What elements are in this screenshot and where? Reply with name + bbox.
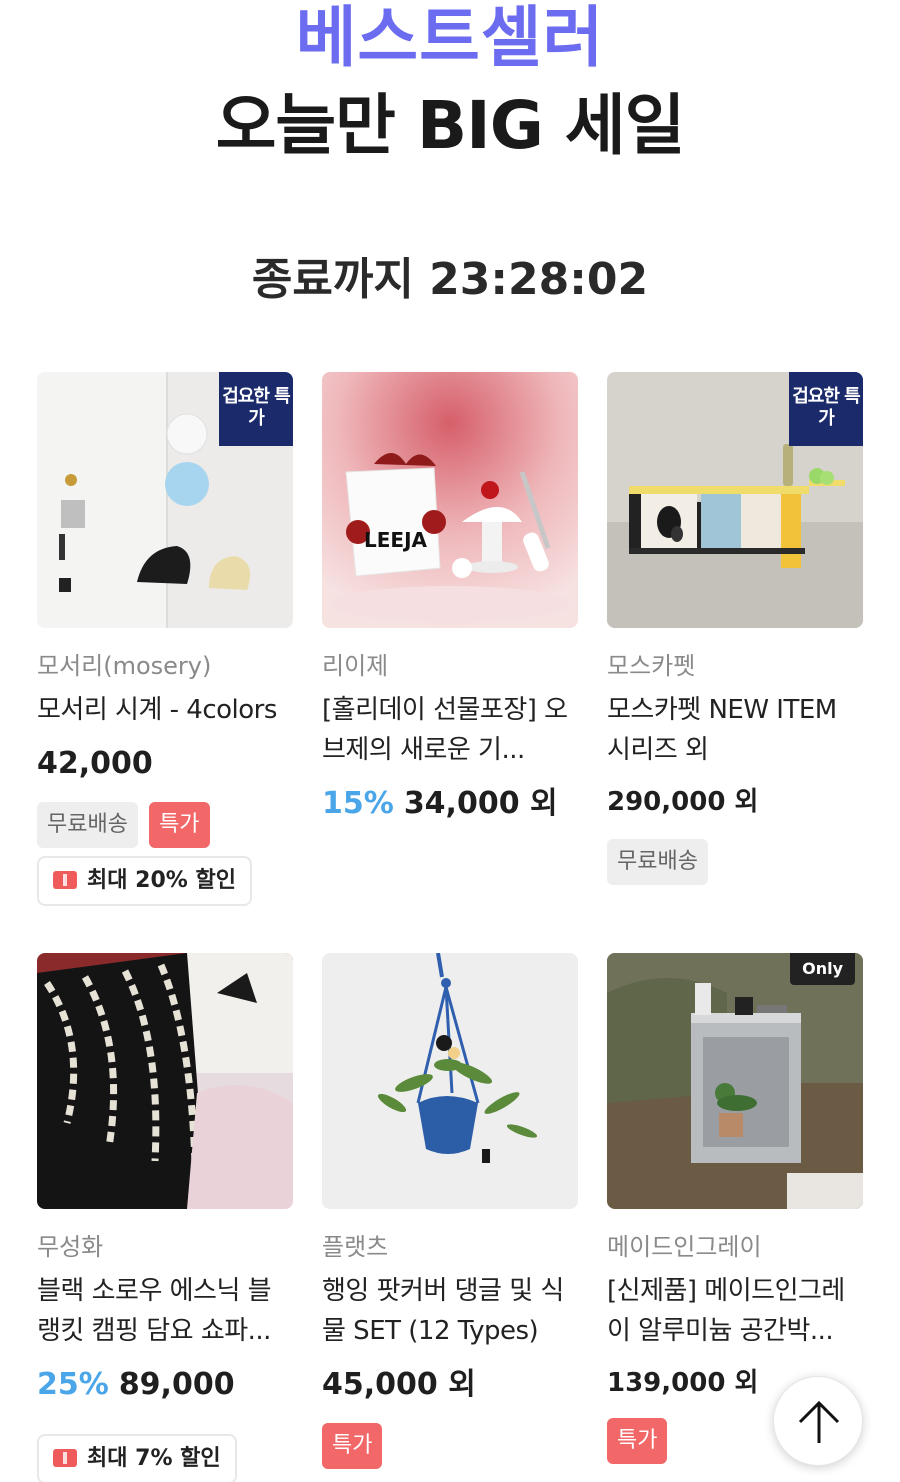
sale-tag: 특가 [149,802,210,848]
product-name[interactable]: [신제품] 메이드인그레이 알루미늄 공간박... [607,1271,863,1351]
free-shipping-tag: 무료배송 [37,802,138,848]
price-row: 139,000 외 [607,1363,758,1406]
product-price: 45,000 외 [322,1367,476,1402]
product-brand[interactable]: 플랫츠 [322,1231,388,1263]
tag-list: 특가 [607,1418,673,1464]
product-card[interactable]: 겁요한 특가 모스카펫 모스카펫 NEW ITEM 시리즈 외 290,000 … [607,372,863,892]
product-card[interactable]: 플랫츠 행잉 팟커버 댕글 및 식물 SET (12 Types) 45,000… [322,953,578,1473]
countdown-label: 종료까지 [251,254,414,305]
product-price: 42,000 [37,746,153,781]
sale-tag: 특가 [607,1418,668,1464]
product-name[interactable]: 모스카펫 NEW ITEM 시리즈 외 [607,690,863,770]
product-name[interactable]: [홀리데이 선물포장] 오브제의 새로운 기... [322,690,578,770]
product-image[interactable]: 겁요한 특가 [37,372,293,628]
sale-tag: 특가 [322,1423,383,1469]
product-price: 34,000 외 [403,786,558,821]
product-brand[interactable]: 리이제 [322,650,388,682]
product-name[interactable]: 블랙 소로우 에스닉 블랭킷 캠핑 담요 쇼파... [37,1271,293,1351]
coupon-badge[interactable]: 최대 7% 할인 [37,1434,237,1482]
gift-bag-product-image: LEEJA [322,372,578,628]
price-row: 25% 89,000 [37,1365,235,1409]
product-brand[interactable]: 무성화 [37,1231,103,1263]
product-card[interactable]: 무성화 블랙 소로우 에스닉 블랭킷 캠핑 담요 쇼파... 25% 89,000… [37,953,293,1482]
product-brand[interactable]: 모스카펫 [607,650,695,682]
product-image[interactable]: Only [607,953,863,1209]
product-card[interactable]: 겁요한 특가 모서리(mosery) 모서리 시계 - 4colors 42,0… [37,372,293,912]
product-image[interactable]: LEEJA [322,372,578,628]
price-row: 45,000 외 [322,1365,476,1409]
only-badge: Only [790,953,855,985]
scroll-to-top-button[interactable] [773,1376,863,1466]
hanging-plant-product-image [322,953,578,1209]
coupon-icon [53,871,77,889]
countdown-time: 23:28:02 [429,254,649,305]
product-brand[interactable]: 메이드인그레이 [607,1231,762,1263]
product-image[interactable] [37,953,293,1209]
price-row: 42,000 [37,744,153,788]
product-name[interactable]: 모서리 시계 - 4colors [37,690,293,730]
page-title: 베스트셀러 [295,0,605,76]
countdown-timer: 종료까지 23:28:02 [0,252,900,308]
discount-rate: 15% [322,786,394,821]
arrow-up-icon [798,1400,840,1443]
tag-list: 무료배송 [607,839,714,885]
product-price: 290,000 외 [607,787,759,817]
blanket-product-image [37,953,293,1209]
tag-list: 특가 [322,1423,388,1469]
product-image[interactable] [322,953,578,1209]
product-image[interactable]: 겁요한 특가 [607,372,863,628]
product-brand[interactable]: 모서리(mosery) [37,650,211,682]
product-card[interactable]: LEEJA 리이제 [홀리데이 선물포장] 오브제의 새로운 기... 15% 3… [322,372,578,832]
coupon-label: 최대 20% 할인 [87,868,236,893]
aluminum-box-product-image [607,953,863,1209]
svg-text:LEEJA: LEEJA [364,528,428,552]
product-price: 89,000 [118,1367,235,1402]
price-row: 290,000 외 [607,782,758,825]
free-shipping-tag: 무료배송 [607,839,708,885]
discount-rate: 25% [37,1367,109,1402]
coupon-badge[interactable]: 최대 20% 할인 [37,856,252,906]
coupon-icon [53,1449,77,1467]
coupon-label: 최대 7% 할인 [87,1446,221,1471]
special-price-badge: 겁요한 특가 [219,372,293,446]
tag-list: 무료배송 특가 [37,802,216,848]
product-price: 139,000 외 [607,1368,759,1398]
special-price-badge: 겁요한 특가 [789,372,863,446]
page-subtitle: 오늘만 BIG 세일 [215,87,686,164]
product-name[interactable]: 행잉 팟커버 댕글 및 식물 SET (12 Types) [322,1271,578,1351]
price-row: 15% 34,000 외 [322,784,558,828]
